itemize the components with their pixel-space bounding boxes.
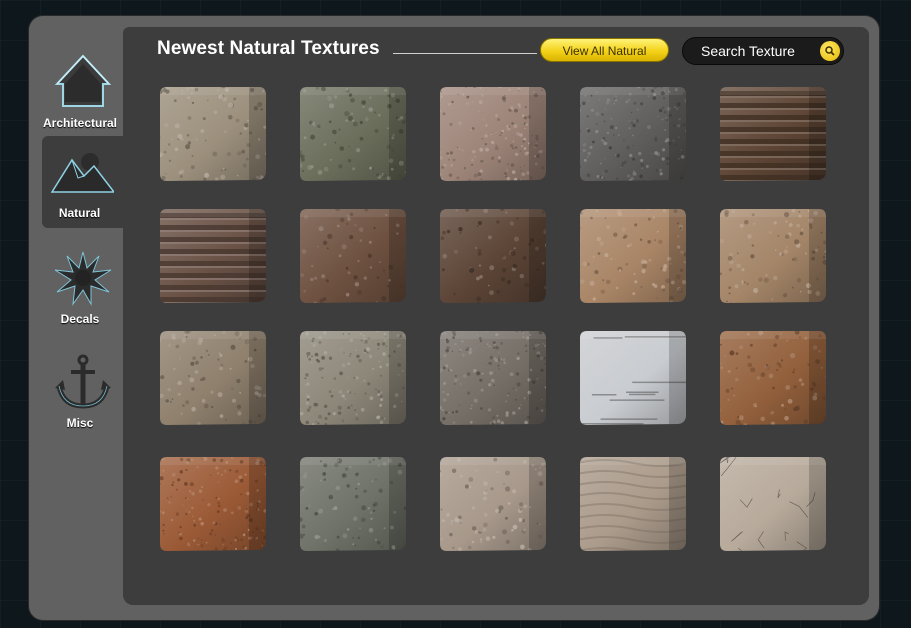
texture-cube-preview — [160, 87, 266, 181]
beige-stone-texture[interactable] — [157, 329, 269, 427]
smooth-sand-texture[interactable] — [437, 455, 549, 553]
texture-cube-preview — [300, 331, 406, 425]
texture-cube-preview — [720, 209, 826, 303]
category-sidebar: Architectural Natural Decals Misc — [29, 16, 123, 620]
texture-cube-preview — [720, 457, 826, 551]
texture-cube-preview — [440, 331, 546, 425]
anchor-icon — [55, 354, 111, 409]
splat-icon — [54, 251, 112, 306]
texture-cube-preview — [720, 331, 826, 425]
texture-cube-preview — [440, 209, 546, 303]
sand-stone-texture[interactable] — [157, 85, 269, 183]
texture-cube-preview — [580, 209, 686, 303]
category-label: Decals — [60, 312, 100, 326]
texture-cube-preview — [300, 209, 406, 303]
texture-panel: Newest Natural Textures View All Natural — [123, 27, 869, 605]
title-divider — [393, 53, 537, 54]
texture-cube-preview — [160, 331, 266, 425]
dry-dirt-texture[interactable] — [717, 207, 829, 305]
category-natural[interactable]: Natural — [42, 136, 123, 228]
category-architectural[interactable]: Architectural — [43, 46, 123, 138]
search-input[interactable] — [701, 41, 813, 61]
view-all-natural-button[interactable]: View All Natural — [540, 38, 669, 62]
rust-rock-texture[interactable] — [717, 329, 829, 427]
category-misc[interactable]: Misc — [43, 346, 123, 438]
search-box — [682, 37, 844, 65]
texture-cube-preview — [160, 457, 266, 551]
category-label: Natural — [58, 206, 101, 220]
texture-cube-preview — [580, 331, 686, 425]
cracked-mud-texture[interactable] — [717, 455, 829, 553]
search-button[interactable] — [820, 41, 840, 61]
texture-cube-preview — [440, 87, 546, 181]
mossy-stone-texture[interactable] — [297, 85, 409, 183]
white-birch-texture[interactable] — [577, 329, 689, 427]
layered-earth-texture[interactable] — [717, 85, 829, 183]
texture-cube-preview — [300, 87, 406, 181]
dark-granite-texture[interactable] — [577, 85, 689, 183]
pink-granite-texture[interactable] — [437, 85, 549, 183]
brown-soil-texture[interactable] — [297, 207, 409, 305]
tan-sand-texture[interactable] — [577, 207, 689, 305]
texture-grid — [157, 85, 837, 555]
grey-gravel-texture[interactable] — [297, 329, 409, 427]
striped-clay-texture[interactable] — [157, 207, 269, 305]
house-icon — [54, 54, 112, 107]
pebble-rock-texture[interactable] — [437, 329, 549, 427]
dark-soil-texture[interactable] — [437, 207, 549, 305]
category-label: Architectural — [42, 116, 118, 130]
texture-cube-preview — [300, 457, 406, 551]
texture-cube-preview — [440, 457, 546, 551]
category-label: Misc — [66, 416, 94, 430]
search-icon — [825, 46, 835, 56]
slate-grey-texture[interactable] — [297, 455, 409, 553]
red-granite-texture[interactable] — [157, 455, 269, 553]
category-decals[interactable]: Decals — [43, 242, 123, 334]
texture-cube-preview — [580, 457, 686, 551]
page-title: Newest Natural Textures — [157, 38, 380, 59]
wavy-sand-texture[interactable] — [577, 455, 689, 553]
texture-cube-preview — [160, 209, 266, 303]
texture-cube-preview — [580, 87, 686, 181]
mountain-icon — [50, 153, 114, 193]
texture-cube-preview — [720, 87, 826, 181]
